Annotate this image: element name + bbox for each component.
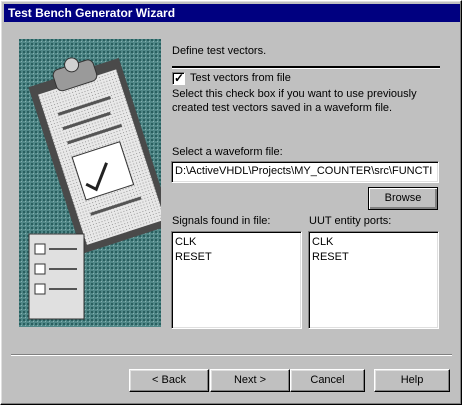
test-vectors-checkbox-label[interactable]: Test vectors from file: [190, 72, 291, 84]
list-item[interactable]: CLK: [312, 235, 438, 250]
browse-button[interactable]: Browse: [368, 187, 438, 210]
heading-separator: [172, 66, 440, 69]
footer-separator: [11, 354, 452, 356]
back-button[interactable]: < Back: [129, 369, 209, 392]
description-line-2: created test vectors saved in a waveform…: [172, 102, 393, 114]
next-button[interactable]: Next >: [210, 369, 290, 392]
window-title: Test Bench Generator Wizard: [4, 4, 460, 22]
waveform-file-input[interactable]: D:\ActiveVHDL\Projects\MY_COUNTER\src\FU…: [171, 161, 439, 183]
description-line-1: Select this check box if you want to use…: [172, 88, 417, 100]
list-item[interactable]: CLK: [175, 235, 301, 250]
list-item[interactable]: RESET: [175, 250, 301, 265]
list-item[interactable]: RESET: [312, 250, 438, 265]
help-button[interactable]: Help: [374, 369, 450, 392]
signals-list[interactable]: CLK RESET: [171, 231, 302, 329]
waveform-label: Select a waveform file:: [172, 146, 283, 158]
cancel-button[interactable]: Cancel: [290, 369, 365, 392]
clipboard-illustration: [19, 39, 161, 327]
test-vectors-checkbox[interactable]: ✓: [172, 71, 185, 85]
wizard-window: Test Bench Generator Wizard Define test …: [0, 0, 462, 405]
page-heading: Define test vectors.: [172, 45, 267, 57]
signals-label: Signals found in file:: [172, 215, 271, 227]
ports-label: UUT entity ports:: [309, 215, 392, 227]
ports-list[interactable]: CLK RESET: [308, 231, 439, 329]
checkmark-icon: ✓: [174, 71, 185, 85]
